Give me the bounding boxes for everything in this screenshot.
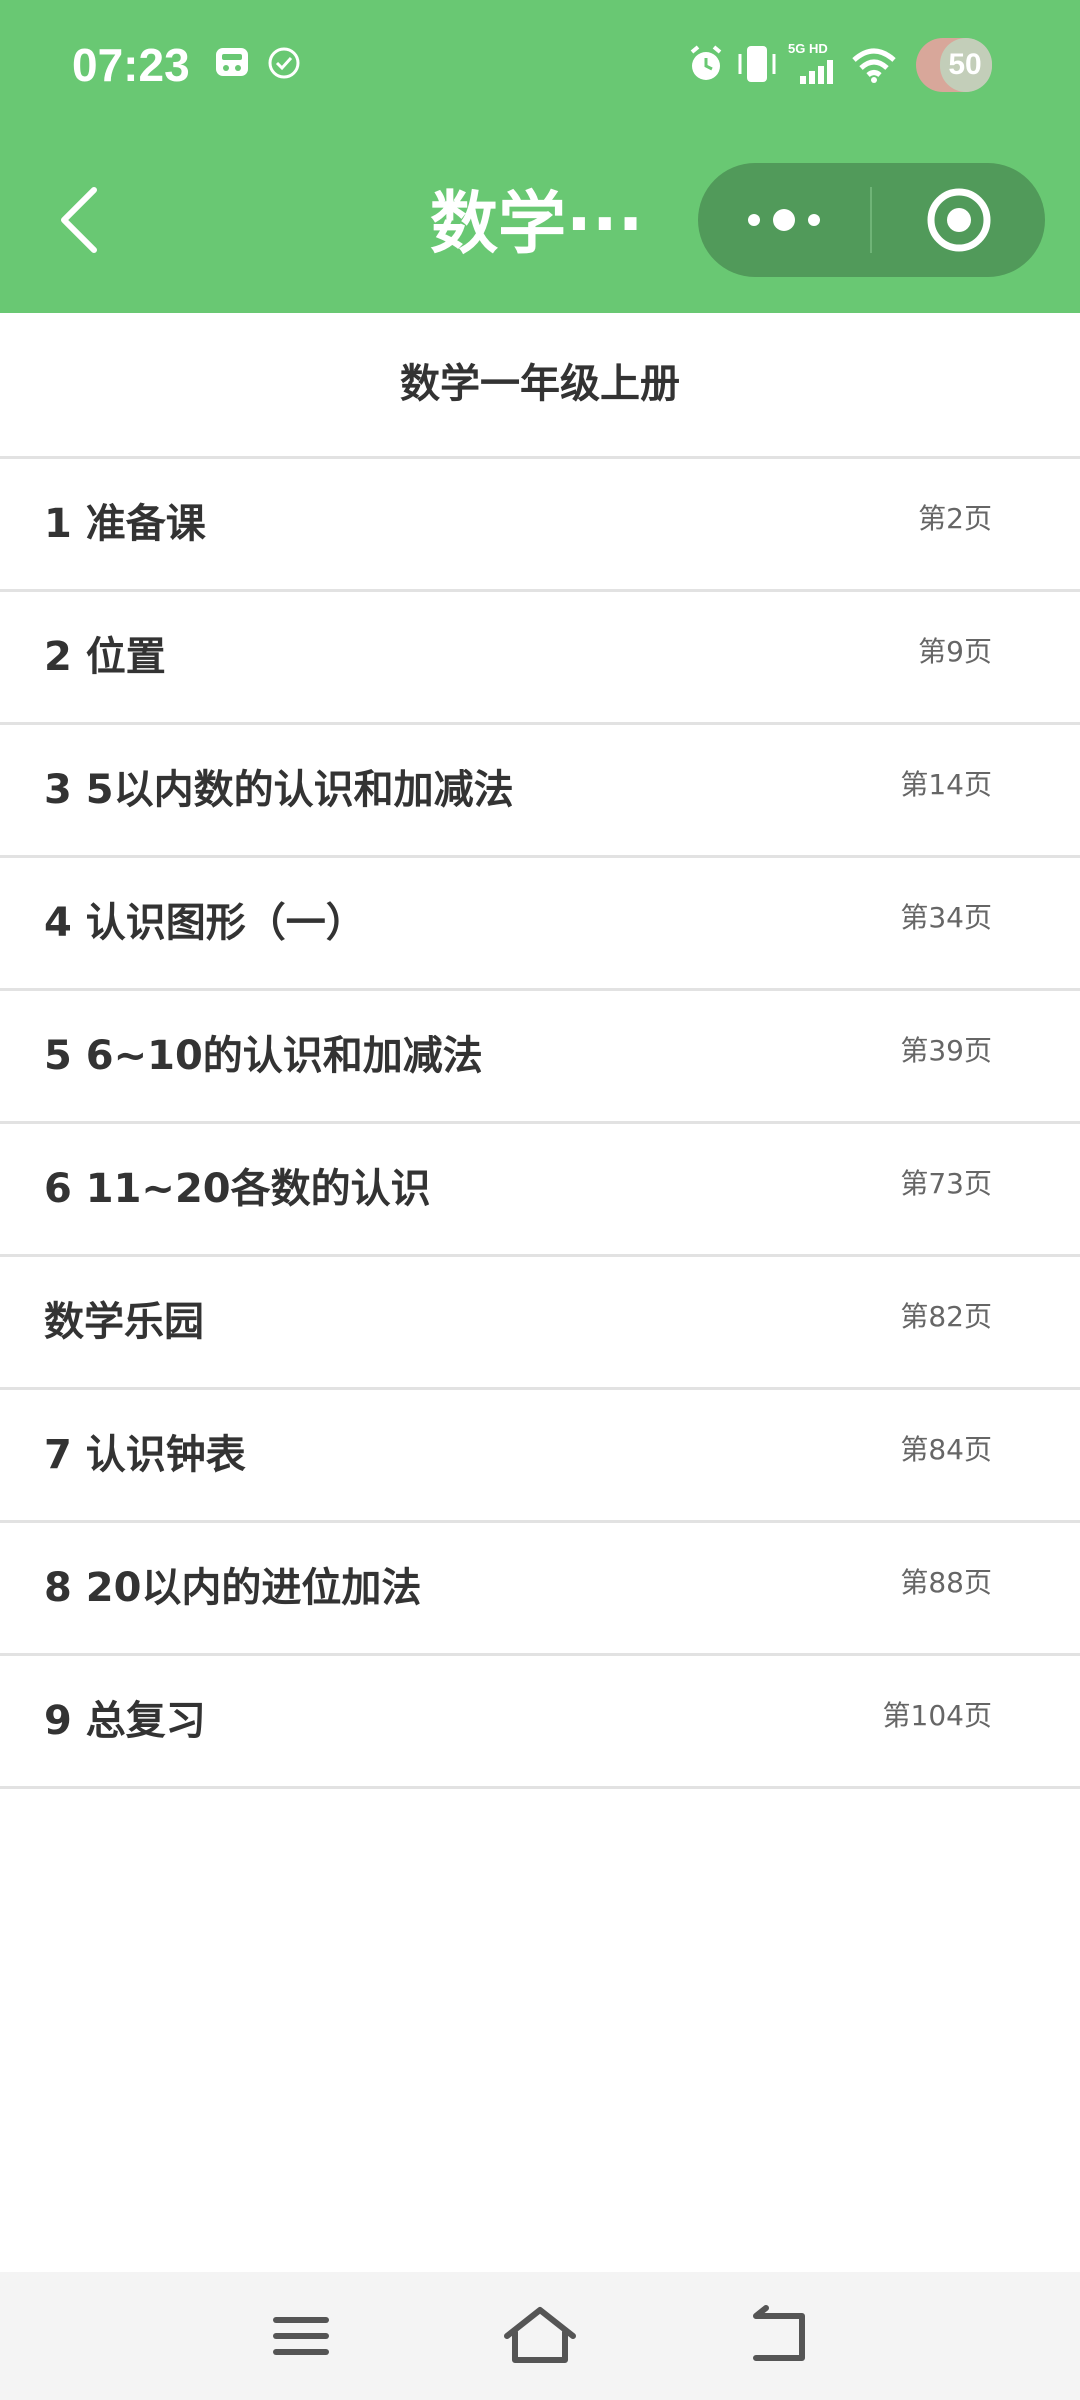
close-button[interactable] — [873, 163, 1045, 277]
signal-icon — [800, 60, 833, 84]
vibrate-icon — [738, 46, 776, 82]
battery-icon: 50 — [916, 38, 992, 92]
more-dots-icon — [748, 209, 820, 231]
back-button[interactable] — [40, 170, 120, 270]
chevron-left-icon — [61, 187, 97, 253]
chapter-page: 第14页 — [900, 768, 992, 801]
system-nav-bar — [0, 2272, 1080, 2400]
capsule-divider — [870, 187, 872, 253]
chapter-page: 第104页 — [882, 1699, 992, 1732]
chapter-item[interactable]: 4 认识图形（一） 第34页 — [0, 858, 1080, 991]
chapter-item[interactable]: 9 总复习 第104页 — [0, 1656, 1080, 1789]
chapter-item[interactable]: 1 准备课 第2页 — [0, 459, 1080, 592]
chapter-item[interactable]: 数学乐园 第82页 — [0, 1257, 1080, 1390]
back-nav-button[interactable] — [736, 2296, 826, 2376]
chapter-name: 3 5以内数的认识和加减法 — [44, 767, 514, 813]
target-close-icon — [927, 188, 991, 252]
chapter-page: 第73页 — [900, 1167, 992, 1200]
home-button[interactable] — [495, 2296, 585, 2376]
chapter-name: 2 位置 — [44, 634, 166, 680]
menu-button[interactable] — [256, 2296, 346, 2376]
title-bar: 数学··· — [0, 130, 1080, 313]
chapter-name: 1 准备课 — [44, 501, 206, 547]
status-time: 07:23 — [72, 39, 190, 91]
chapter-name: 5 6~10的认识和加减法 — [44, 1033, 483, 1079]
chapter-list: 1 准备课 第2页 2 位置 第9页 3 5以内数的认识和加减法 第14页 4 … — [0, 459, 1080, 1789]
network-label: 5G HD — [788, 41, 828, 56]
page-title: 数学··· — [430, 185, 644, 264]
chapter-item[interactable]: 2 位置 第9页 — [0, 592, 1080, 725]
chapter-item[interactable]: 6 11~20各数的认识 第73页 — [0, 1124, 1080, 1257]
chapter-page: 第84页 — [900, 1433, 992, 1466]
book-title: 数学一年级上册 — [0, 313, 1080, 459]
home-icon — [504, 2307, 576, 2363]
wifi-icon — [852, 48, 896, 83]
chapter-page: 第34页 — [900, 901, 992, 934]
chapter-name: 4 认识图形（一） — [44, 900, 366, 946]
chapter-name: 数学乐园 — [44, 1299, 204, 1345]
battery-level: 50 — [948, 48, 982, 81]
alarm-icon — [690, 45, 722, 80]
chapter-item[interactable]: 5 6~10的认识和加减法 第39页 — [0, 991, 1080, 1124]
capsule-menu — [698, 163, 1045, 277]
chapter-page: 第9页 — [918, 635, 992, 668]
check-circle-icon — [268, 47, 300, 79]
back-icon — [753, 2305, 805, 2361]
status-bar: 07:23 5G HD 50 — [0, 0, 1080, 130]
chapter-name: 7 认识钟表 — [44, 1432, 246, 1478]
chapter-page: 第88页 — [900, 1566, 992, 1599]
chapter-page: 第82页 — [900, 1300, 992, 1333]
chapter-name: 8 20以内的进位加法 — [44, 1565, 422, 1611]
menu-icon — [273, 2317, 329, 2355]
chapter-item[interactable]: 3 5以内数的认识和加减法 第14页 — [0, 725, 1080, 858]
chapter-name: 9 总复习 — [44, 1698, 206, 1744]
chapter-name: 6 11~20各数的认识 — [44, 1166, 431, 1212]
chapter-item[interactable]: 7 认识钟表 第84页 — [0, 1390, 1080, 1523]
chapter-page: 第2页 — [918, 502, 992, 535]
chapter-item[interactable]: 8 20以内的进位加法 第88页 — [0, 1523, 1080, 1656]
chapter-page: 第39页 — [900, 1034, 992, 1067]
media-icon — [216, 48, 248, 76]
more-button[interactable] — [698, 163, 870, 277]
